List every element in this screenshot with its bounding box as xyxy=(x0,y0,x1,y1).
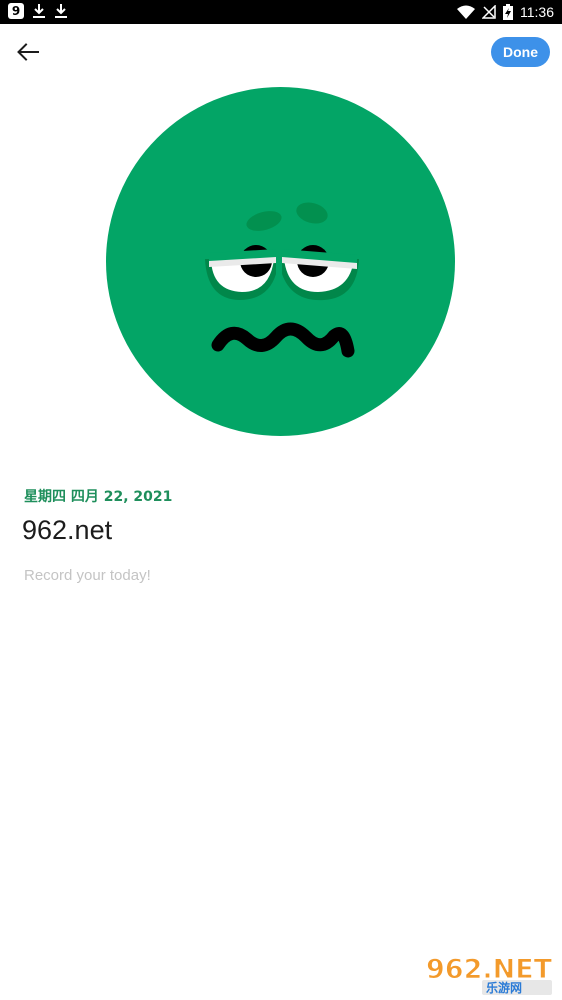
entry-title[interactable]: 962.net xyxy=(22,515,112,546)
arrow-left-icon xyxy=(17,43,39,61)
download-icon xyxy=(33,4,45,18)
clock: 11:36 xyxy=(520,4,554,20)
app-badge-icon: 9 xyxy=(8,3,24,19)
battery-charging-icon xyxy=(503,4,513,20)
worried-face-icon[interactable] xyxy=(106,87,455,436)
status-bar: 9 11:36 xyxy=(0,0,562,24)
status-bar-right: 11:36 xyxy=(457,2,554,22)
diary-entry-screen: 9 11:36 Done 星期四 四月 22, 2021 962.net Rec… xyxy=(0,0,562,1000)
watermark-sub: 乐游网 xyxy=(486,980,522,995)
back-button[interactable] xyxy=(12,36,44,68)
wifi-icon xyxy=(457,5,475,19)
done-button[interactable]: Done xyxy=(491,37,550,67)
download-icon xyxy=(55,4,67,18)
entry-body-input[interactable]: Record your today! xyxy=(24,567,524,584)
entry-date: 星期四 四月 22, 2021 xyxy=(24,489,173,505)
status-bar-left: 9 xyxy=(8,3,68,19)
watermark-logo: 962.NET 乐游网 xyxy=(426,954,553,995)
no-signal-icon xyxy=(482,5,496,19)
